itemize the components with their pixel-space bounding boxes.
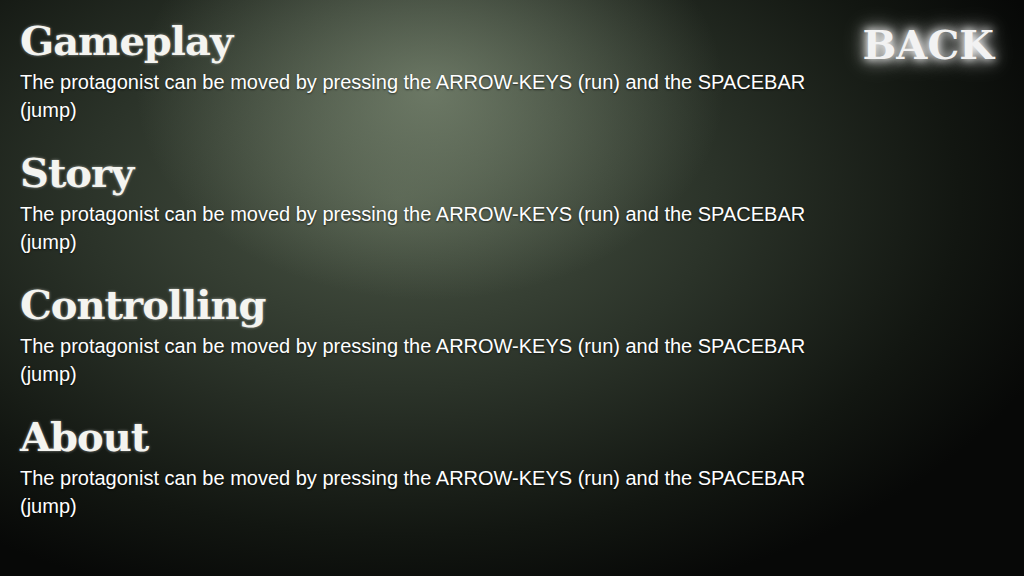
info-section: GameplayThe protagonist can be moved by … (20, 14, 810, 124)
section-list: GameplayThe protagonist can be moved by … (20, 14, 810, 520)
info-section: ControllingThe protagonist can be moved … (20, 278, 810, 388)
section-heading: Story (20, 146, 810, 200)
section-body: The protagonist can be moved by pressing… (20, 464, 810, 520)
section-heading: Gameplay (20, 14, 810, 68)
info-section: AboutThe protagonist can be moved by pre… (20, 410, 810, 520)
info-screen: GameplayThe protagonist can be moved by … (0, 0, 1024, 576)
section-body: The protagonist can be moved by pressing… (20, 332, 810, 388)
section-heading: About (20, 410, 810, 464)
section-body: The protagonist can be moved by pressing… (20, 68, 810, 124)
back-button[interactable]: BACK (857, 14, 1000, 76)
info-section: StoryThe protagonist can be moved by pre… (20, 146, 810, 256)
section-heading: Controlling (20, 278, 810, 332)
section-body: The protagonist can be moved by pressing… (20, 200, 810, 256)
